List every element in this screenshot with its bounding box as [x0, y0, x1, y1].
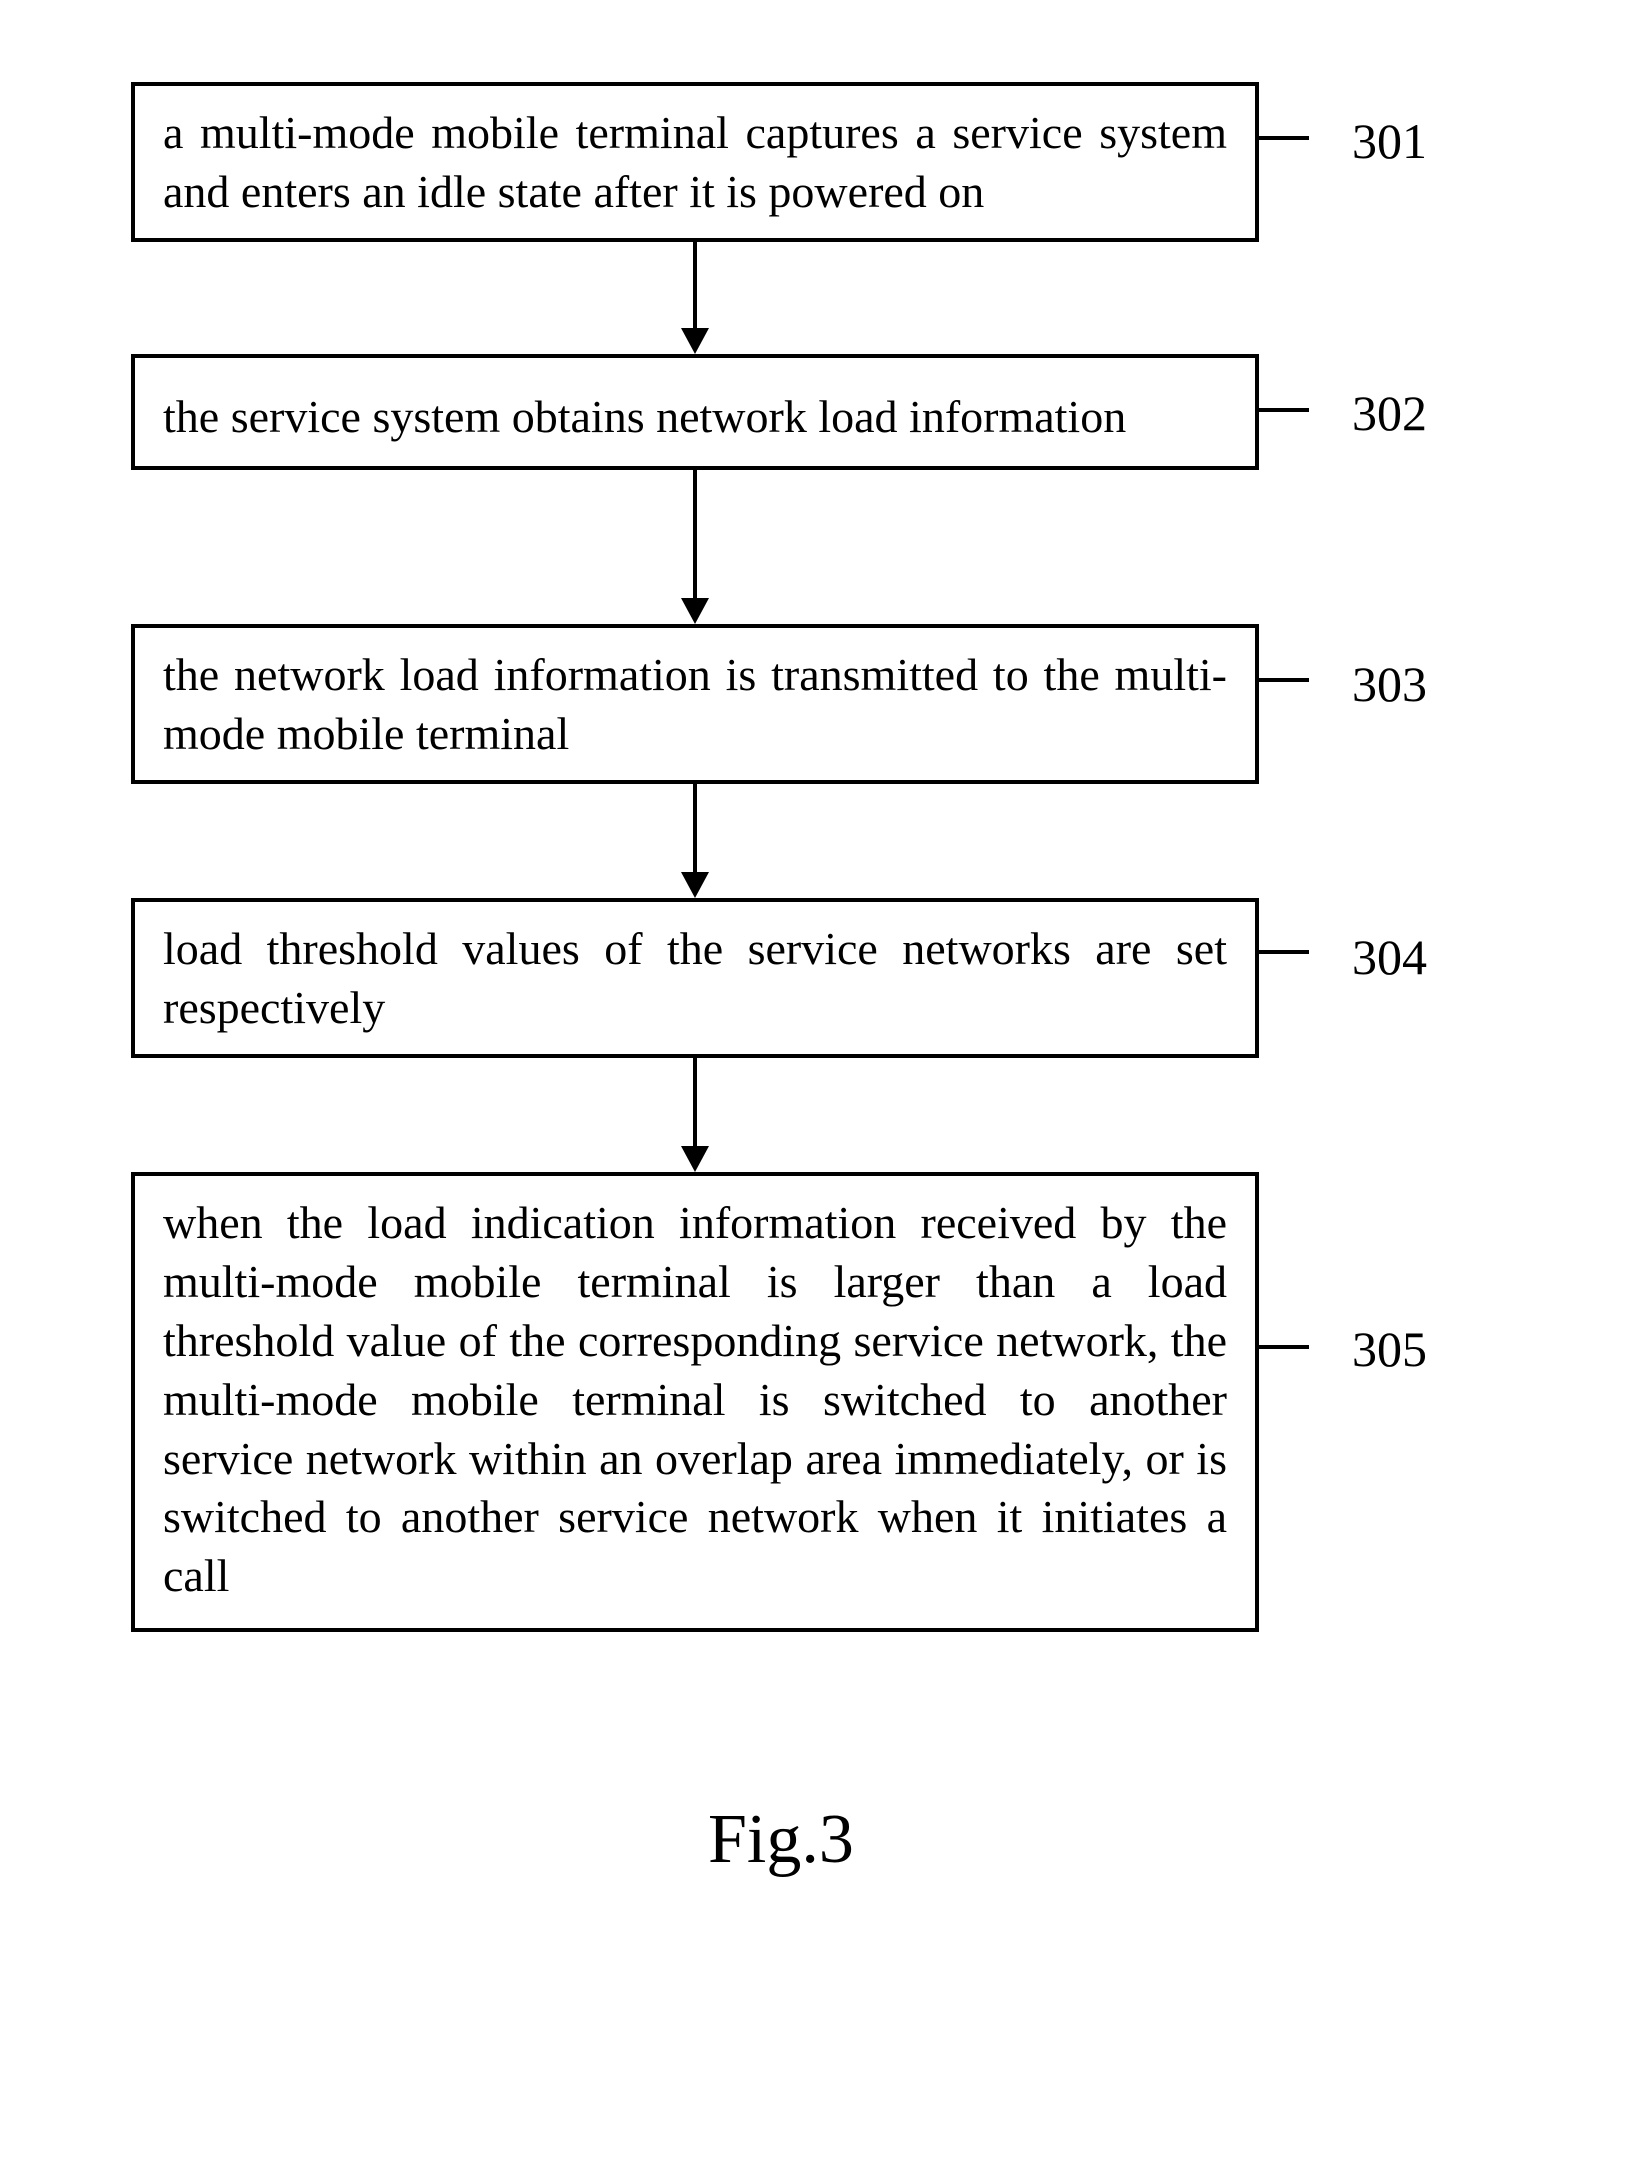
arrow-3 [693, 784, 697, 874]
step-text-305: when the load indication information rec… [163, 1197, 1227, 1601]
step-label-304: 304 [1352, 928, 1427, 986]
arrow-head-4 [681, 1146, 709, 1172]
step-label-302: 302 [1352, 384, 1427, 442]
step-text-303: the network load information is transmit… [163, 649, 1227, 759]
arrow-head-3 [681, 872, 709, 898]
step-text-304: load threshold values of the service net… [163, 923, 1227, 1033]
tick-303 [1259, 678, 1309, 682]
arrow-2 [693, 470, 697, 600]
step-box-302: the service system obtains network load … [131, 354, 1259, 470]
arrow-1 [693, 242, 697, 330]
step-label-303: 303 [1352, 655, 1427, 713]
step-box-301: a multi-mode mobile terminal captures a … [131, 82, 1259, 242]
arrow-head-1 [681, 328, 709, 354]
step-box-304: load threshold values of the service net… [131, 898, 1259, 1058]
figure-caption: Fig.3 [708, 1800, 854, 1880]
flowchart-canvas: a multi-mode mobile terminal captures a … [0, 0, 1625, 2170]
step-label-305: 305 [1352, 1320, 1427, 1378]
step-text-302: the service system obtains network load … [163, 391, 1126, 442]
arrow-head-2 [681, 598, 709, 624]
tick-304 [1259, 950, 1309, 954]
tick-305 [1259, 1345, 1309, 1349]
tick-301 [1259, 136, 1309, 140]
tick-302 [1259, 408, 1309, 412]
step-box-305: when the load indication information rec… [131, 1172, 1259, 1632]
step-box-303: the network load information is transmit… [131, 624, 1259, 784]
arrow-4 [693, 1058, 697, 1148]
step-text-301: a multi-mode mobile terminal captures a … [163, 107, 1227, 217]
step-label-301: 301 [1352, 112, 1427, 170]
